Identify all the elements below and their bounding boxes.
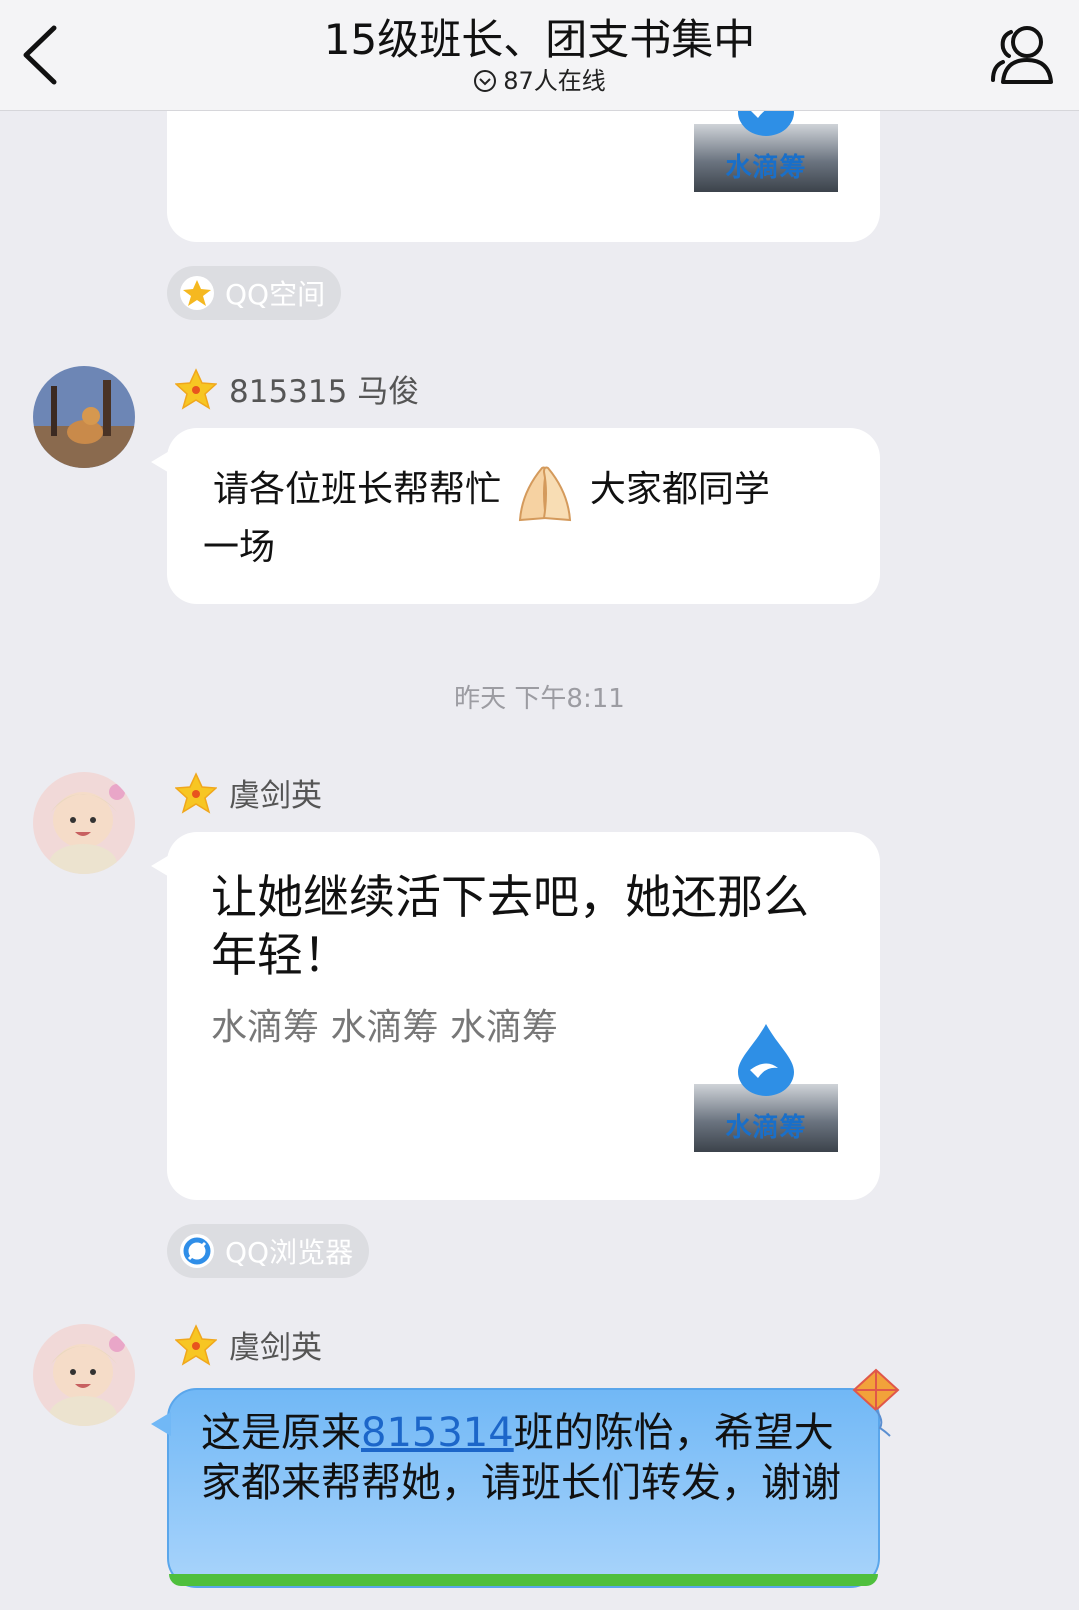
logo-label: 水滴筹 <box>725 153 807 183</box>
shuidichou-logo: 水滴筹 <box>694 64 838 192</box>
star-badge-icon <box>175 367 217 410</box>
praying-hands-icon <box>519 466 572 522</box>
message-text-part2: 大家都同学 <box>589 469 770 510</box>
avatar-dog-image <box>33 366 135 468</box>
message-text: 这是原来815314班的陈怡，希望大家都来帮帮她，请班长们转发，谢谢 <box>201 1408 848 1508</box>
shared-card-bubble[interactable]: 让她继续活下去吧，她还那么年轻！ 水滴筹 水滴筹 水滴筹 水滴筹 <box>151 832 880 1200</box>
sender-row: 虞剑英 <box>175 1322 322 1367</box>
avatar-baby-image <box>33 1324 135 1426</box>
kite-icon <box>852 1368 900 1437</box>
chat-header: 15级班长、团支书集中 87人在线 <box>0 0 1079 111</box>
sender-row: 815315 马俊 <box>175 366 419 411</box>
chat-title: 15级班长、团支书集中 <box>323 15 756 64</box>
group-members-icon <box>991 26 1053 84</box>
message-text-part1: 请各位班长帮帮忙 <box>213 469 502 510</box>
card-title: 让她继续活下去吧，她还那么年轻！ <box>211 870 809 982</box>
water-drop-icon <box>738 1024 794 1096</box>
source-label: QQ浏览器 <box>225 1236 354 1269</box>
grass-decoration <box>169 1574 878 1586</box>
shuidichou-logo: 水滴筹 <box>694 1024 838 1152</box>
sender-name: 虞剑英 <box>229 778 322 814</box>
group-members-button[interactable] <box>989 22 1057 88</box>
source-pill-qzone[interactable]: QQ空间 <box>167 266 342 320</box>
sender-name: 虞剑英 <box>229 1330 322 1366</box>
source-label: QQ空间 <box>225 278 326 311</box>
bubble-tail <box>151 854 171 878</box>
bubble-tail <box>151 1412 171 1436</box>
avatar[interactable] <box>33 366 135 468</box>
message-text-before: 这是原来 <box>201 1410 361 1456</box>
online-status[interactable]: 87人在线 <box>0 66 1079 96</box>
avatar-baby-image <box>33 772 135 874</box>
sender-row: 虞剑英 <box>175 770 322 815</box>
online-count: 87人在线 <box>503 67 606 95</box>
star-badge-icon <box>175 771 217 814</box>
qzone-star-icon <box>180 276 214 310</box>
message-text: 请各位班长帮帮忙 大家都同学 一场 <box>203 462 844 574</box>
message-bubble[interactable]: 请各位班长帮帮忙 大家都同学 一场 <box>151 428 880 604</box>
sender-name: 815315 马俊 <box>229 374 420 410</box>
chat-title-area: 15级班长、团支书集中 87人在线 <box>0 14 1079 96</box>
logo-label: 水滴筹 <box>725 1113 807 1143</box>
source-pill-browser[interactable]: QQ浏览器 <box>167 1224 370 1278</box>
qq-browser-icon <box>180 1234 214 1268</box>
bubble-tail <box>151 450 171 474</box>
chevron-down-circle-icon <box>474 70 497 92</box>
star-badge-icon <box>175 1323 217 1366</box>
avatar[interactable] <box>33 1324 135 1426</box>
avatar[interactable] <box>33 772 135 874</box>
timestamp: 昨天 下午8:11 <box>454 684 625 714</box>
message-text-line2: 一场 <box>203 527 276 568</box>
themed-message-bubble[interactable]: 这是原来815314班的陈怡，希望大家都来帮帮她，请班长们转发，谢谢 <box>151 1368 900 1588</box>
class-number-link[interactable]: 815314 <box>361 1410 514 1456</box>
